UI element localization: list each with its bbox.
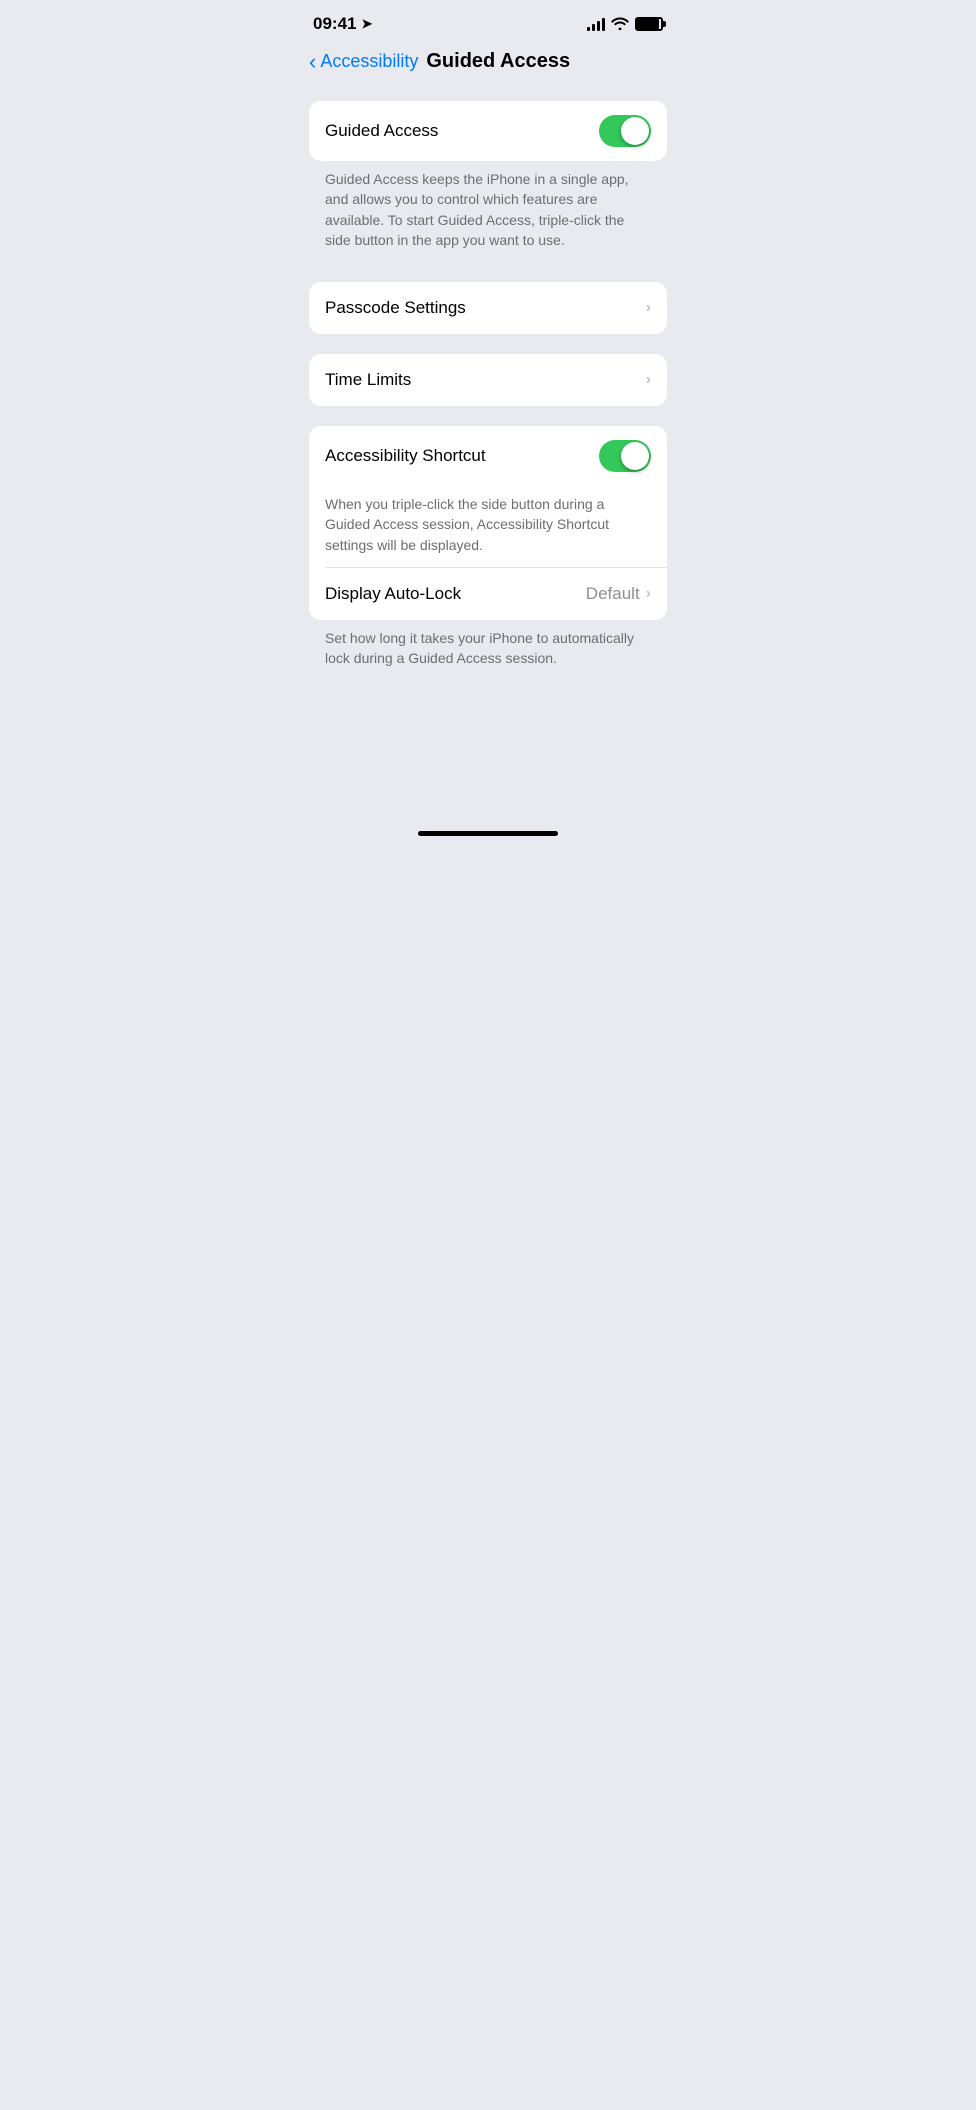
battery-fill xyxy=(637,19,659,29)
display-autolock-description: Set how long it takes your iPhone to aut… xyxy=(309,620,667,681)
shortcut-autolock-card: Accessibility Shortcut When you triple-c… xyxy=(309,426,667,620)
display-autolock-row[interactable]: Display Auto-Lock Default › xyxy=(309,568,667,620)
accessibility-shortcut-toggle-knob xyxy=(621,442,649,470)
wifi-icon xyxy=(611,16,629,33)
status-bar: 09:41 ➤ xyxy=(293,0,683,42)
guided-access-description: Guided Access keeps the iPhone in a sing… xyxy=(309,161,667,262)
accessibility-shortcut-row: Accessibility Shortcut xyxy=(309,426,667,486)
status-icons xyxy=(587,16,663,33)
signal-bar-2 xyxy=(592,24,595,31)
home-indicator xyxy=(293,811,683,844)
accessibility-shortcut-description: When you triple-click the side button du… xyxy=(309,486,667,567)
page-title: Guided Access xyxy=(426,50,570,73)
time-limits-row[interactable]: Time Limits › xyxy=(309,354,667,406)
passcode-settings-label: Passcode Settings xyxy=(325,298,466,318)
back-chevron-icon: ‹ xyxy=(309,51,316,73)
guided-access-row: Guided Access xyxy=(309,101,667,161)
content-area: Guided Access Guided Access keeps the iP… xyxy=(293,93,683,709)
time-limits-section: Time Limits › xyxy=(309,354,667,406)
passcode-chevron-icon: › xyxy=(646,299,651,317)
time-limits-label: Time Limits xyxy=(325,370,411,390)
signal-bar-3 xyxy=(597,21,600,31)
back-label[interactable]: Accessibility xyxy=(320,51,418,72)
shortcut-autolock-section: Accessibility Shortcut When you triple-c… xyxy=(309,426,667,680)
guided-access-toggle[interactable] xyxy=(599,115,651,147)
passcode-settings-row[interactable]: Passcode Settings › xyxy=(309,282,667,334)
signal-bar-4 xyxy=(602,18,605,31)
passcode-settings-card[interactable]: Passcode Settings › xyxy=(309,282,667,334)
display-autolock-value: Default xyxy=(586,584,640,604)
time-limits-chevron-icon: › xyxy=(646,371,651,389)
display-autolock-label: Display Auto-Lock xyxy=(325,584,461,604)
toggle-knob xyxy=(621,117,649,145)
guided-access-label: Guided Access xyxy=(325,121,438,141)
home-bar xyxy=(418,831,558,836)
status-time: 09:41 ➤ xyxy=(313,14,372,34)
location-arrow-icon: ➤ xyxy=(361,16,372,32)
back-button[interactable]: ‹ Accessibility xyxy=(309,51,418,73)
battery-icon xyxy=(635,17,663,31)
display-autolock-right: Default › xyxy=(586,584,651,604)
passcode-settings-section: Passcode Settings › xyxy=(309,282,667,334)
guided-access-section: Guided Access Guided Access keeps the iP… xyxy=(309,101,667,262)
nav-header: ‹ Accessibility Guided Access xyxy=(293,42,683,93)
signal-bar-1 xyxy=(587,27,590,31)
accessibility-shortcut-label: Accessibility Shortcut xyxy=(325,446,486,466)
time-limits-card[interactable]: Time Limits › xyxy=(309,354,667,406)
time-display: 09:41 xyxy=(313,14,356,34)
signal-bars-icon xyxy=(587,17,605,31)
guided-access-card: Guided Access xyxy=(309,101,667,161)
accessibility-shortcut-toggle[interactable] xyxy=(599,440,651,472)
page-wrapper: 09:41 ➤ ‹ Acce xyxy=(293,0,683,844)
display-autolock-chevron-icon: › xyxy=(646,585,651,603)
spacer xyxy=(293,709,683,811)
